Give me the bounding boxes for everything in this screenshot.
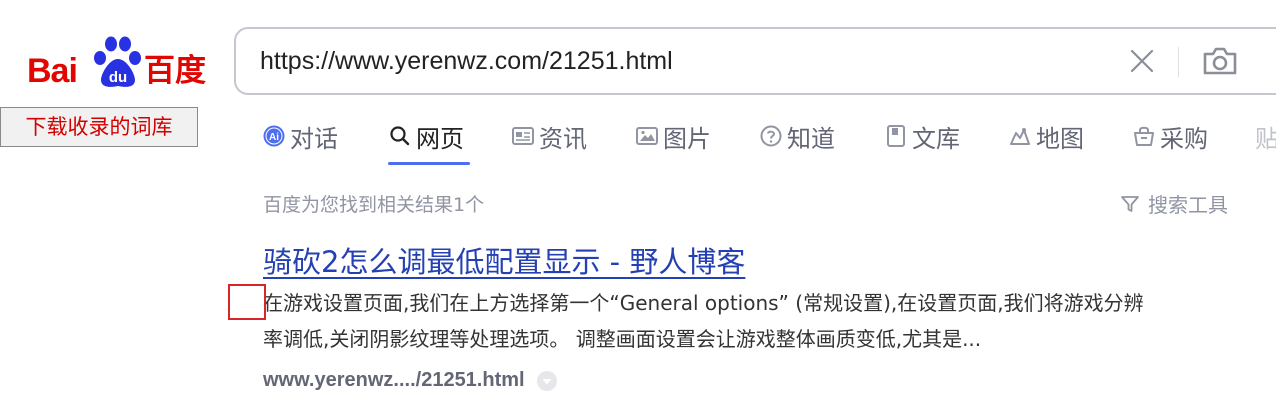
news-icon — [512, 127, 534, 145]
tab-label: 采购 — [1160, 124, 1208, 153]
tab-label: 对话 — [290, 124, 338, 153]
document-icon — [887, 125, 905, 147]
baidu-logo[interactable]: Bai du 百度 — [27, 34, 207, 90]
svg-text:Ai: Ai — [269, 132, 279, 143]
result-count: 百度为您找到相关结果1个 — [263, 194, 485, 216]
close-icon[interactable] — [1128, 47, 1156, 75]
question-icon — [760, 125, 782, 147]
annotation-highlight-box — [228, 284, 266, 320]
camera-icon[interactable] — [1201, 45, 1239, 77]
tab-wenku[interactable]: 文库 — [884, 116, 960, 156]
shopping-basket-icon — [1134, 126, 1154, 146]
tab-news[interactable]: 资讯 — [511, 116, 587, 156]
result-title-link[interactable]: 骑砍2怎么调最低配置显示 - 野人博客 — [263, 239, 745, 281]
map-icon — [1010, 128, 1030, 145]
snippet-line: 率调低,关闭阴影纹理等处理选项。 调整画面设置会让游戏整体画质变低,尤其是... — [263, 327, 982, 351]
logo-cn-text: 百度 — [144, 53, 206, 89]
paw-text: du — [109, 69, 127, 86]
tab-shopping[interactable]: 采购 — [1132, 116, 1208, 156]
logo-latin-text: Bai — [27, 52, 78, 90]
filter-icon — [1121, 195, 1139, 212]
active-tab-indicator — [388, 162, 470, 165]
tab-map[interactable]: 地图 — [1008, 116, 1084, 156]
search-tools-label: 搜索工具 — [1148, 193, 1228, 217]
baidu-search-page: Bai du 百度 下载收录的词库 Ai — [0, 0, 1276, 398]
image-icon — [636, 127, 658, 145]
download-wordlist-button[interactable]: 下载收录的词库 — [0, 107, 198, 147]
tab-label: 图片 — [663, 124, 711, 153]
tab-label: 资讯 — [539, 124, 587, 153]
tab-label: 网页 — [416, 124, 464, 153]
result-url-text: www.yerenwz..../21251.html — [263, 369, 525, 391]
chevron-down-icon[interactable] — [536, 370, 557, 391]
result-url[interactable]: www.yerenwz..../21251.html — [263, 369, 557, 392]
tab-label: 文库 — [912, 124, 960, 153]
search-box — [234, 27, 1276, 95]
tab-label: 地图 — [1036, 124, 1084, 153]
search-tabs: Ai 对话 网页 资讯 图片 知道 文库 地图 采购 贴 — [262, 116, 1276, 166]
snippet-line: 在游戏设置页面,我们在上方选择第一个“General options” (常规设… — [263, 291, 1144, 315]
tab-tieba[interactable]: 贴 — [1255, 116, 1276, 156]
tab-label: 知道 — [787, 124, 835, 153]
paw-icon: du — [94, 36, 141, 87]
tab-ai-chat[interactable]: Ai 对话 — [262, 116, 338, 156]
tab-label: 贴 — [1255, 124, 1276, 153]
search-icon — [390, 126, 410, 146]
ai-chat-icon: Ai — [263, 125, 285, 147]
result-snippet: 在游戏设置页面,我们在上方选择第一个“General options” (常规设… — [263, 285, 1253, 357]
tab-zhidao[interactable]: 知道 — [759, 116, 835, 156]
tab-web[interactable]: 网页 — [388, 116, 464, 156]
tab-images[interactable]: 图片 — [635, 116, 711, 156]
search-tools-button[interactable]: 搜索工具 — [1120, 189, 1228, 218]
search-input[interactable] — [260, 29, 1100, 93]
search-box-divider — [1178, 47, 1179, 77]
